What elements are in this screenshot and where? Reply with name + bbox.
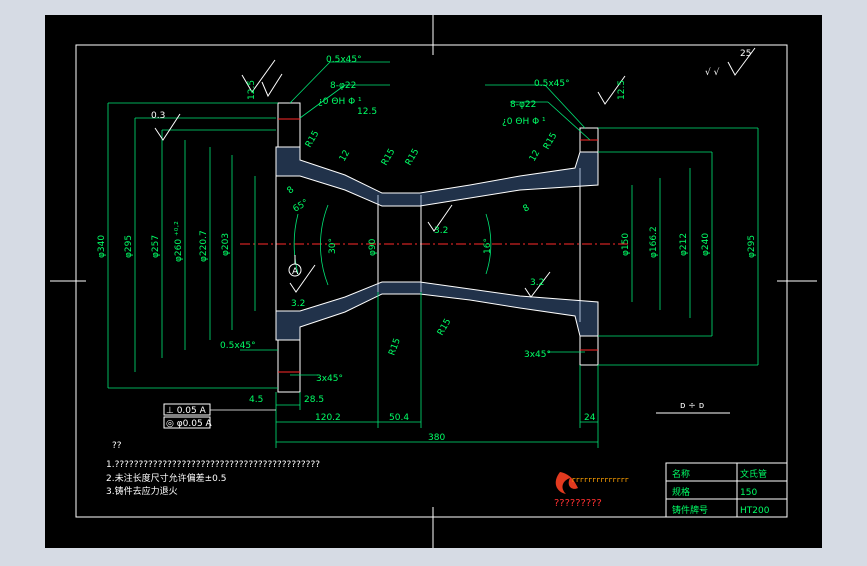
holes-label: 8-φ22 [510, 100, 536, 110]
roughness-label: 25 [740, 49, 751, 59]
datum-label: A [292, 267, 299, 277]
dim-phi220: φ220.7 [199, 230, 209, 262]
dim-120-2: 120.2 [315, 413, 341, 423]
roughness-label: 12.5 [357, 107, 377, 117]
roughness-label: 3.2 [434, 226, 448, 236]
dim-phi90: φ90 [368, 238, 378, 256]
tolerance-box-2: ◎ φ0.05 A [166, 419, 213, 429]
dim-phi295-right: φ295 [747, 235, 757, 258]
roughness-label: 3.2 [530, 278, 544, 288]
dim-phi166: φ166.2 [649, 226, 659, 258]
note-line-2: 2.未注长度尺寸允许偏差±0.5 [106, 472, 226, 484]
angle-label: 16° [483, 238, 493, 254]
drawing-canvas[interactable]: 0.5x45° 8-φ22 ¿0 ΘH Φ ¹ 12.5 12.5 0.5x45… [0, 0, 867, 562]
dim-24: 24 [584, 413, 596, 423]
dim-phi340: φ340 [97, 235, 107, 258]
dim-phi212: φ212 [679, 233, 689, 256]
roughness-note: √ √ [705, 67, 720, 78]
notes-heading: ?? [112, 441, 122, 451]
title-spec-label: 规格 [672, 486, 690, 498]
holes-label: 8-φ22 [330, 81, 356, 91]
note-line-1: 1.??????????????????????????????????????… [106, 460, 320, 470]
title-material-value: HT200 [740, 506, 770, 516]
roughness-label: 3.2 [291, 299, 305, 309]
logo-caption-top: ᴦᴦᴦᴦᴦᴦᴦᴦᴦᴦᴦᴦᴦᴦ [572, 476, 629, 484]
view-symbol-label: ᴅ ÷ ᴅ [680, 401, 704, 411]
flatness-label: 0.3 [151, 111, 165, 121]
chamfer-label: 0.5x45° [326, 55, 362, 65]
title-material-label: 铸件牌号 [672, 504, 708, 516]
tolerance-box-1: ⊥ 0.05 A [166, 406, 207, 416]
chamfer-label: 3x45° [524, 350, 551, 360]
chamfer-label: 3x45° [316, 374, 343, 384]
dim-380: 380 [428, 433, 445, 443]
title-name-value: 文氏管 [740, 468, 767, 480]
dim-phi240: φ240 [701, 233, 711, 256]
cad-viewport[interactable]: 0.5x45° 8-φ22 ¿0 ΘH Φ ¹ 12.5 12.5 0.5x45… [0, 0, 867, 562]
logo-caption-bottom: ????????? [554, 498, 602, 509]
dim-4-5: 4.5 [249, 395, 263, 405]
dim-phi295-left: φ295 [124, 235, 134, 258]
chamfer-label: 0.5x45° [534, 79, 570, 89]
dim-phi257: φ257 [151, 235, 161, 258]
title-name-label: 名称 [672, 468, 690, 480]
dim-28-5: 28.5 [304, 395, 324, 405]
note-line-3: 3.铸件去应力退火 [106, 485, 178, 497]
holes-tolerance-label: ¿0 ΘH Φ ¹ [502, 117, 546, 127]
title-spec-value: 150 [740, 488, 757, 498]
dim-50-4: 50.4 [389, 413, 409, 423]
roughness-label: 12.5 [247, 80, 257, 100]
dim-phi150: φ150 [621, 233, 631, 256]
roughness-label: 12.5 [617, 80, 627, 100]
holes-tolerance-label: ¿0 ΘH Φ ¹ [318, 97, 362, 107]
angle-label: 30° [328, 238, 338, 254]
chamfer-label: 0.5x45° [220, 341, 256, 351]
dim-phi260: φ260 ⁺⁰·² [174, 221, 184, 262]
dim-phi203: φ203 [221, 233, 231, 256]
